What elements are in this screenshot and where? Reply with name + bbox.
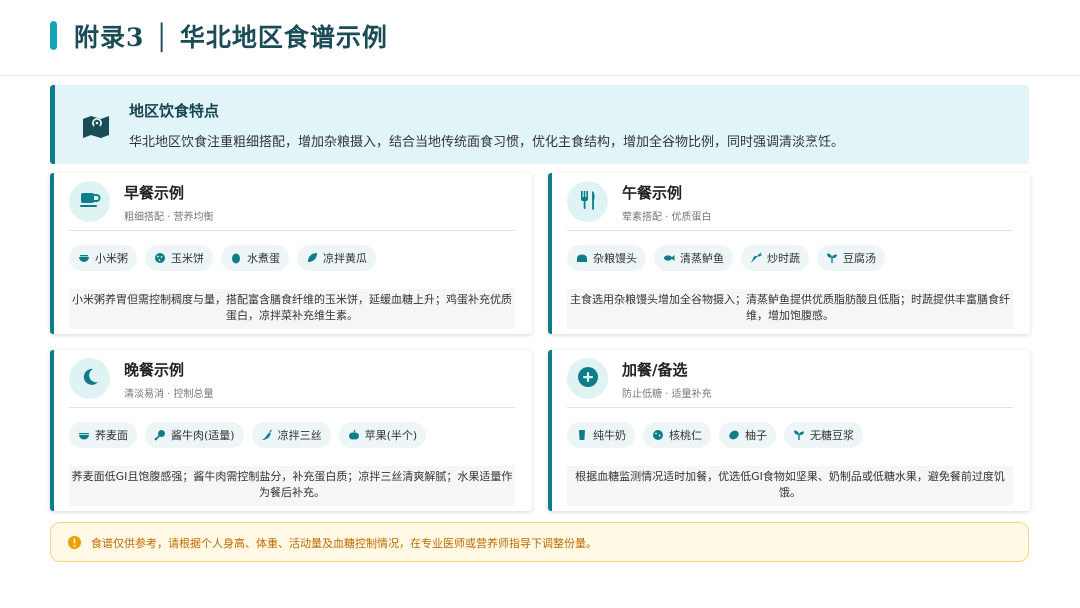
dinner-card: 晚餐示例 清淡易消 · 控制总量 荞麦面 酱牛肉(适量) 凉拌三丝 苹果(半个)… xyxy=(50,350,532,511)
plus-circle-icon xyxy=(577,366,599,392)
card-subtitle: 清淡易消 · 控制总量 xyxy=(124,389,214,400)
food-chip-label: 水煮蛋 xyxy=(247,252,280,265)
leaf-icon xyxy=(306,252,318,264)
food-chip-label: 玉米饼 xyxy=(171,252,204,265)
card-divider xyxy=(69,407,515,408)
card-description: 荞麦面低GI且饱腹感强；酱牛肉需控制盐分，补充蛋白质；凉拌三丝清爽解腻；水果适量… xyxy=(69,466,515,506)
food-chip-list: 荞麦面 酱牛肉(适量) 凉拌三丝 苹果(半个) xyxy=(69,422,427,448)
food-chip-label: 核桃仁 xyxy=(669,429,702,442)
food-chip: 核桃仁 xyxy=(643,422,711,448)
card-subtitle: 荤素搭配 · 优质蛋白 xyxy=(622,212,712,223)
card-title: 早餐示例 xyxy=(124,184,185,202)
nut-icon xyxy=(652,429,664,441)
card-subtitle: 粗细搭配 · 营养均衡 xyxy=(124,212,214,223)
sprout-icon xyxy=(793,429,805,441)
food-chip-label: 荞麦面 xyxy=(95,429,128,442)
food-chip-label: 柚子 xyxy=(745,429,767,442)
card-description: 根据血糖监测情况适时加餐，优选低GI食物如坚果、奶制品或低糖水果，避免餐前过度饥… xyxy=(567,466,1013,506)
food-chip-label: 炒时蔬 xyxy=(767,252,800,265)
food-chip-list: 杂粮馒头 清蒸鲈鱼 炒时蔬 豆腐汤 xyxy=(567,245,885,271)
food-chip: 凉拌黄瓜 xyxy=(297,245,376,271)
card-title: 加餐/备选 xyxy=(622,361,688,379)
feature-title: 地区饮食特点 xyxy=(129,102,220,120)
food-chip-label: 无糖豆浆 xyxy=(810,429,854,442)
lunch-card: 午餐示例 荤素搭配 · 优质蛋白 杂粮馒头 清蒸鲈鱼 炒时蔬 豆腐汤 主食选用杂… xyxy=(548,173,1030,334)
disclaimer-text: 食谱仅供参考，请根据个人身高、体重、活动量及血糖控制情况，在专业医师或营养师指导… xyxy=(91,537,597,550)
food-chip-label: 豆腐汤 xyxy=(843,252,876,265)
page-header: 附录3 │ 华北地区食谱示例 xyxy=(0,0,1080,76)
food-chip: 水煮蛋 xyxy=(221,245,289,271)
drumstick-icon xyxy=(154,429,166,441)
bread-icon xyxy=(576,252,588,264)
carrot-icon xyxy=(750,252,762,264)
cookie-icon xyxy=(154,252,166,264)
title-accent-bar xyxy=(50,21,57,50)
card-title: 午餐示例 xyxy=(622,184,683,202)
food-chip: 玉米饼 xyxy=(145,245,213,271)
bowl-icon xyxy=(78,252,90,264)
region-feature-box: 地区饮食特点 华北地区饮食注重粗细搭配，增加杂粮摄入，结合当地传统面食习惯，优化… xyxy=(50,85,1029,164)
food-chip: 苹果(半个) xyxy=(338,422,427,448)
utensils-icon xyxy=(578,189,598,215)
food-chip: 豆腐汤 xyxy=(817,245,885,271)
map-icon xyxy=(81,112,111,140)
feature-text: 华北地区饮食注重粗细搭配，增加杂粮摄入，结合当地传统面食习惯，优化主食结构，增加… xyxy=(129,135,845,150)
moon-icon xyxy=(80,367,100,391)
card-icon-circle xyxy=(69,358,110,399)
pepper-icon xyxy=(261,429,273,441)
food-chip: 清蒸鲈鱼 xyxy=(654,245,733,271)
page-title: 附录3 │ 华北地区食谱示例 xyxy=(74,23,388,52)
card-icon-circle xyxy=(567,358,608,399)
food-chip-label: 小米粥 xyxy=(95,252,128,265)
card-icon-circle xyxy=(567,181,608,222)
food-chip: 小米粥 xyxy=(69,245,137,271)
card-description: 小米粥养胃但需控制稠度与量，搭配富含膳食纤维的玉米饼，延缓血糖上升；鸡蛋补充优质… xyxy=(69,289,515,329)
food-chip-list: 小米粥 玉米饼 水煮蛋 凉拌黄瓜 xyxy=(69,245,376,271)
seedling-icon xyxy=(826,252,838,264)
card-divider xyxy=(567,407,1013,408)
food-chip-label: 酱牛肉(适量) xyxy=(171,429,235,442)
card-title: 晚餐示例 xyxy=(124,361,185,379)
card-subtitle: 防止低糖 · 适量补充 xyxy=(622,389,712,400)
card-divider xyxy=(567,230,1013,231)
lemon-icon xyxy=(728,429,740,441)
card-description: 主食选用杂粮馒头增加全谷物摄入；清蒸鲈鱼提供优质脂肪酸且低脂；时蔬提供丰富膳食纤… xyxy=(567,289,1013,329)
food-chip-label: 苹果(半个) xyxy=(364,429,418,442)
food-chip-label: 凉拌三丝 xyxy=(277,429,322,442)
food-chip: 纯牛奶 xyxy=(567,422,635,448)
noodle-bowl-icon xyxy=(78,429,90,441)
snack-card: 加餐/备选 防止低糖 · 适量补充 纯牛奶 核桃仁 柚子 无糖豆浆 根据血糖监测… xyxy=(548,350,1030,511)
food-chip: 荞麦面 xyxy=(69,422,137,448)
coffee-cup-icon xyxy=(79,190,101,214)
card-icon-circle xyxy=(69,181,110,222)
food-chip-label: 清蒸鲈鱼 xyxy=(680,252,724,265)
info-icon xyxy=(67,535,82,550)
disclaimer-note: 食谱仅供参考，请根据个人身高、体重、活动量及血糖控制情况，在专业医师或营养师指导… xyxy=(50,522,1029,562)
food-chip: 炒时蔬 xyxy=(741,245,809,271)
food-chip-label: 杂粮馒头 xyxy=(593,252,637,265)
food-chip-label: 凉拌黄瓜 xyxy=(323,252,367,265)
food-chip-label: 纯牛奶 xyxy=(593,429,626,442)
card-divider xyxy=(69,230,515,231)
food-chip: 柚子 xyxy=(719,422,776,448)
egg-icon xyxy=(230,252,242,264)
food-chip: 杂粮馒头 xyxy=(567,245,646,271)
breakfast-card: 早餐示例 粗细搭配 · 营养均衡 小米粥 玉米饼 水煮蛋 凉拌黄瓜 小米粥养胃但… xyxy=(50,173,532,334)
food-chip-list: 纯牛奶 核桃仁 柚子 无糖豆浆 xyxy=(567,422,863,448)
fish-icon xyxy=(663,252,675,264)
milk-icon xyxy=(576,429,588,441)
food-chip: 无糖豆浆 xyxy=(784,422,863,448)
food-chip: 酱牛肉(适量) xyxy=(145,422,244,448)
apple-icon xyxy=(348,429,360,441)
food-chip: 凉拌三丝 xyxy=(251,422,331,448)
